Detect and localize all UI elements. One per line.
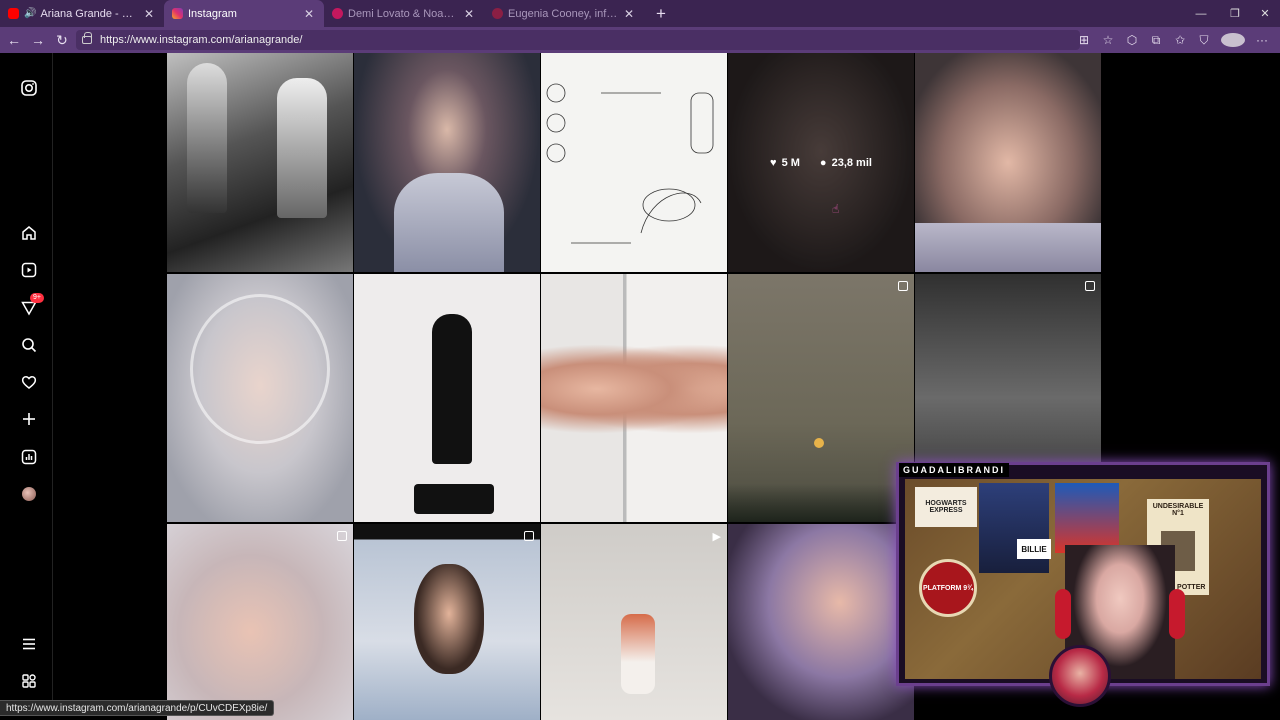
favorite-star-icon[interactable]: ☆ xyxy=(1096,33,1120,47)
url-text: https://www.instagram.com/arianagrande/ xyxy=(100,34,303,46)
reels-icon[interactable] xyxy=(18,259,40,281)
post-thumbnail[interactable] xyxy=(167,53,353,272)
tab-eugenia-cooney[interactable]: Eugenia Cooney, influencer sufre ✕ xyxy=(484,0,644,27)
toolbar-actions: ⊞ ☆ ⬡ ⧉ ✩ ⛉ ··· xyxy=(1072,27,1274,53)
post-thumbnail[interactable] xyxy=(541,274,727,522)
notifications-heart-icon[interactable] xyxy=(18,371,40,393)
post-thumbnail[interactable] xyxy=(167,524,353,720)
tab-label: Demi Lovato & Noah Cyrus - Easy xyxy=(348,7,458,20)
dashboard-icon[interactable] xyxy=(18,446,40,468)
more-options-icon[interactable]: ··· xyxy=(1250,33,1274,47)
post-thumbnail[interactable] xyxy=(728,274,914,522)
reel-video-icon: ▶ xyxy=(712,531,721,543)
minimize-icon[interactable]: — xyxy=(1184,0,1218,27)
post-thumbnail[interactable]: ▶ xyxy=(541,524,727,720)
lock-icon xyxy=(82,32,92,44)
comment-bubble-icon: ● xyxy=(819,156,827,169)
browser-tab-strip: 🔊 Ariana Grande - kiss me (offic ✕ Insta… xyxy=(0,0,1280,27)
tab-demi-lovato[interactable]: Demi Lovato & Noah Cyrus - Easy ✕ xyxy=(324,0,484,27)
favorites-icon[interactable]: ✩ xyxy=(1168,33,1192,47)
comments-count: 23,8 mil xyxy=(831,156,872,169)
poster-billie: BILLIE xyxy=(1017,539,1051,559)
link-status-bar: https://www.instagram.com/arianagrande/p… xyxy=(0,700,275,716)
tab-label: Instagram xyxy=(188,7,237,20)
instagram-favicon-icon xyxy=(172,8,183,19)
post-thumbnail[interactable] xyxy=(728,524,914,720)
home-icon[interactable] xyxy=(18,222,40,244)
carousel-icon xyxy=(524,531,534,541)
heart-icon: ♥ xyxy=(770,156,777,169)
cursor-icon: ☝ xyxy=(832,202,840,216)
instagram-sidebar: 9+ xyxy=(3,53,53,700)
poster-undesirable-title: UNDESIRABLE N°1 xyxy=(1152,503,1204,517)
search-icon[interactable] xyxy=(18,334,40,356)
streamer-name: GUADALIBRANDI xyxy=(899,463,1009,477)
profile-avatar-icon[interactable] xyxy=(18,483,40,505)
carousel-icon xyxy=(337,531,347,541)
music-favicon-icon xyxy=(332,8,343,19)
likes-count: 5 M xyxy=(781,156,800,169)
create-plus-icon[interactable] xyxy=(18,408,40,430)
carousel-icon xyxy=(1085,281,1095,291)
poster-hogwarts: HOGWARTS EXPRESS xyxy=(915,487,977,527)
close-tab-icon[interactable]: ✕ xyxy=(142,7,156,21)
close-tab-icon[interactable]: ✕ xyxy=(622,7,636,21)
streamer-webcam-overlay: GUADALIBRANDI HOGWARTS EXPRESS PLATFORM … xyxy=(896,462,1270,707)
post-thumbnail[interactable] xyxy=(354,53,540,272)
headset-right-icon xyxy=(1169,589,1185,639)
url-field[interactable]: https://www.instagram.com/arianagrande/ xyxy=(76,30,1080,50)
new-tab-button[interactable]: + xyxy=(650,4,672,24)
extensions-icon[interactable]: ⬡ xyxy=(1120,33,1144,47)
news-favicon-icon xyxy=(492,8,503,19)
close-tab-icon[interactable]: ✕ xyxy=(462,7,476,21)
instagram-logo-icon[interactable] xyxy=(18,77,40,99)
close-window-icon[interactable]: ✕ xyxy=(1248,0,1280,27)
post-thumbnail[interactable] xyxy=(915,53,1101,272)
notification-badge: 9+ xyxy=(30,293,44,303)
back-icon[interactable]: ← xyxy=(2,32,26,48)
close-tab-icon[interactable]: ✕ xyxy=(302,7,316,21)
tab-label: Eugenia Cooney, influencer sufre xyxy=(508,7,618,20)
more-menu-icon[interactable] xyxy=(18,633,40,655)
messages-icon[interactable]: 9+ xyxy=(18,293,44,319)
streamer-avatar xyxy=(1049,645,1111,707)
poster-platform: PLATFORM 9¾ xyxy=(919,559,977,617)
forward-icon[interactable]: → xyxy=(26,32,50,48)
youtube-favicon-icon xyxy=(8,8,19,19)
post-thumbnail-hovered[interactable]: ♥ 5 M ● 23,8 mil xyxy=(728,53,914,272)
shield-icon[interactable]: ⛉ xyxy=(1192,33,1216,48)
split-screen-icon[interactable]: ⧉ xyxy=(1144,33,1168,48)
tab-youtube[interactable]: 🔊 Ariana Grande - kiss me (offic ✕ xyxy=(0,0,164,27)
post-thumbnail[interactable] xyxy=(354,274,540,522)
speaker-icon[interactable]: 🔊 xyxy=(24,8,36,19)
tab-label: Ariana Grande - kiss me (offic xyxy=(40,7,138,20)
apps-icon[interactable]: ⊞ xyxy=(1072,33,1096,47)
post-thumbnail[interactable] xyxy=(167,274,353,522)
also-from-meta-icon[interactable] xyxy=(18,670,40,692)
reload-icon[interactable]: ↻ xyxy=(50,32,74,49)
profile-avatar[interactable] xyxy=(1221,33,1245,47)
headset-left-icon xyxy=(1055,589,1071,639)
carousel-icon xyxy=(898,281,908,291)
maximize-icon[interactable]: ❐ xyxy=(1218,0,1252,27)
status-url: https://www.instagram.com/arianagrande/p… xyxy=(6,702,268,714)
post-thumbnail[interactable] xyxy=(541,53,727,272)
tab-instagram[interactable]: Instagram ✕ xyxy=(164,0,324,27)
post-hover-overlay: ♥ 5 M ● 23,8 mil xyxy=(728,53,914,272)
post-thumbnail[interactable] xyxy=(354,524,540,720)
